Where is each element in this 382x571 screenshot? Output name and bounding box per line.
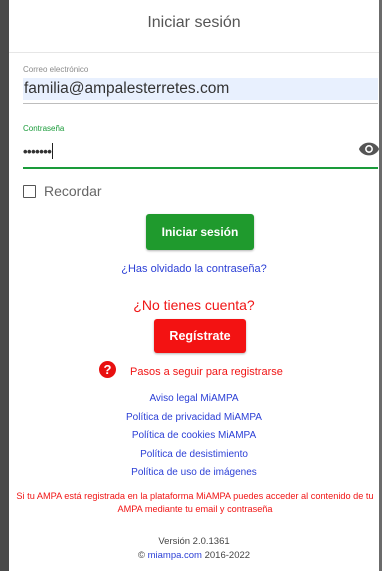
header: Iniciar sesión xyxy=(9,0,379,53)
register-steps-label: Pasos a seguir para registrarse xyxy=(130,366,283,378)
legal-links: Aviso legal MiAMPA Política de privacida… xyxy=(9,390,379,483)
copyright-icon: © xyxy=(137,549,145,561)
remember-checkbox[interactable] xyxy=(23,184,36,198)
window-edge-left xyxy=(0,0,9,571)
no-account-text: ¿No tienes cuenta? xyxy=(133,297,255,313)
password-field[interactable]: Contraseña ••••••• xyxy=(23,124,380,169)
email-label: Correo electrónico xyxy=(23,65,89,74)
info-text: Si tu AMPA está registrada en la platafo… xyxy=(16,491,374,514)
register-steps-link[interactable]: ? Pasos a seguir para registrarse xyxy=(99,360,283,378)
password-label: Contraseña xyxy=(23,124,65,133)
password-underline xyxy=(23,167,378,169)
version-text: Versión 2.0.1361 xyxy=(158,536,230,547)
remember-row[interactable]: Recordar xyxy=(23,183,102,199)
text-cursor xyxy=(52,143,54,159)
email-value: familia@ampalesterretes.com xyxy=(24,80,230,97)
footer: Versión 2.0.1361 © miampa.com 2016-2022 xyxy=(9,535,379,562)
forgot-password-link[interactable]: ¿Has olvidado la contraseña? xyxy=(9,263,379,275)
password-value: ••••••• xyxy=(23,143,52,159)
remember-label: Recordar xyxy=(44,183,102,199)
page-title: Iniciar sesión xyxy=(147,14,241,31)
copyright-line: © miampa.com 2016-2022 xyxy=(9,549,379,563)
legal-link-imagenes[interactable]: Política de uso de imágenes xyxy=(9,464,379,483)
register-button[interactable]: Regístrate xyxy=(154,319,246,353)
login-button[interactable]: Iniciar sesión xyxy=(146,214,254,250)
legal-link-desistimiento[interactable]: Política de desistimiento xyxy=(9,446,379,465)
copyright-years: 2016-2022 xyxy=(204,549,251,561)
login-panel: Iniciar sesión Correo electrónico famili… xyxy=(9,0,380,571)
question-circle-icon: ? xyxy=(99,360,116,378)
email-underline xyxy=(23,103,378,104)
legal-link-aviso[interactable]: Aviso legal MiAMPA xyxy=(9,390,379,409)
email-input[interactable]: familia@ampalesterretes.com xyxy=(23,78,378,100)
eye-icon[interactable] xyxy=(358,141,380,157)
site-link[interactable]: miampa.com xyxy=(148,550,202,561)
legal-link-cookies[interactable]: Política de cookies MiAMPA xyxy=(9,427,379,446)
legal-link-privacidad[interactable]: Política de privacidad MiAMPA xyxy=(9,409,379,428)
password-input[interactable]: ••••••• xyxy=(23,137,380,165)
email-field[interactable]: Correo electrónico familia@ampalesterret… xyxy=(23,65,378,104)
